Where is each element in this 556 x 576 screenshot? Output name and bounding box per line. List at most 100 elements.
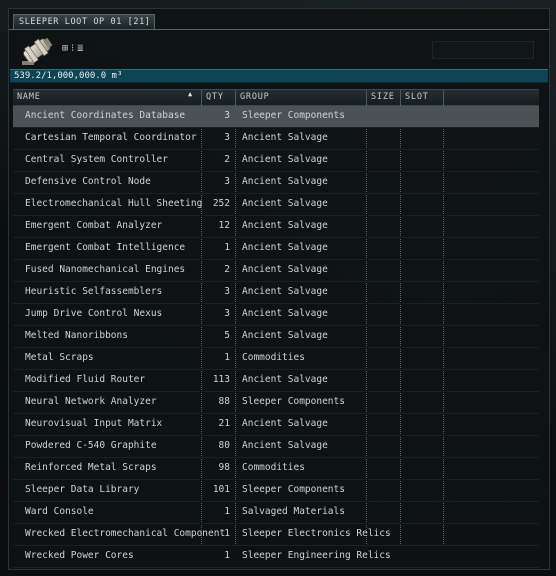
- list-item[interactable]: Heuristic Selfassemblers 3 Ancient Salvage: [13, 282, 539, 304]
- item-quantity: 3: [224, 132, 230, 143]
- item-name: Wrecked Power Cores: [25, 550, 134, 561]
- list-item[interactable]: Powdered C-540 Graphite 80 Ancient Salvage: [13, 436, 539, 458]
- tab-divider: [9, 29, 549, 30]
- icons-view-icon[interactable]: ⊞: [62, 43, 68, 54]
- item-quantity: 98: [218, 462, 230, 473]
- item-quantity: 88: [218, 396, 230, 407]
- sort-ascending-icon: ▲: [188, 90, 194, 98]
- item-name: Emergent Combat Analyzer: [25, 220, 163, 231]
- column-divider[interactable]: [443, 90, 444, 105]
- item-name: Fused Nanomechanical Engines: [25, 264, 186, 275]
- list-item[interactable]: Neural Network Analyzer 88 Sleeper Compone…: [13, 392, 539, 414]
- list-item[interactable]: Emergent Combat Analyzer 12 Ancient Salvag…: [13, 216, 539, 238]
- list-item[interactable]: Melted Nanoribbons 5 Ancient Salvage: [13, 326, 539, 348]
- item-quantity: 5: [224, 330, 230, 341]
- list-item[interactable]: Jump Drive Control Nexus 3 Ancient Salvage: [13, 304, 539, 326]
- column-header-qty[interactable]: QTY: [202, 90, 235, 105]
- item-quantity: 252: [212, 198, 230, 209]
- item-group: Salvaged Materials: [242, 506, 345, 517]
- item-group: Commodities: [242, 352, 305, 363]
- item-name: Defensive Control Node: [25, 176, 151, 187]
- view-mode-toolbar: ⊞ ⁝ ≣: [62, 43, 83, 54]
- container-icon: [22, 37, 53, 65]
- item-group: Ancient Salvage: [242, 154, 328, 165]
- column-header-group[interactable]: GROUP: [236, 90, 366, 105]
- item-name: Heuristic Selfassemblers: [25, 286, 163, 297]
- item-group: Sleeper Electronics Relics: [242, 528, 391, 539]
- item-quantity: 12: [218, 220, 230, 231]
- item-name: Electromechanical Hull Sheeting: [25, 198, 203, 209]
- column-header: NAME ▲ QTY GROUP SIZE SLOT: [13, 89, 539, 106]
- list-item[interactable]: Reinforced Metal Scraps 98 Commodities: [13, 458, 539, 480]
- filter-input[interactable]: [432, 41, 534, 59]
- item-name: Neural Network Analyzer: [25, 396, 157, 407]
- item-quantity: 1: [224, 550, 230, 561]
- item-group: Ancient Salvage: [242, 440, 328, 451]
- item-name: Ward Console: [25, 506, 94, 517]
- column-header-size[interactable]: SIZE: [367, 90, 400, 105]
- list-item[interactable]: Wrecked Electromechanical Component 1 Slee…: [13, 524, 539, 546]
- item-name: Emergent Combat Intelligence: [25, 242, 186, 253]
- list-item[interactable]: Fused Nanomechanical Engines 2 Ancient Sal…: [13, 260, 539, 282]
- item-name: Ancient Coordinates Database: [25, 110, 186, 121]
- item-quantity: 3: [224, 176, 230, 187]
- item-name: Melted Nanoribbons: [25, 330, 128, 341]
- item-name: Central System Controller: [25, 154, 168, 165]
- list-item[interactable]: Ancient Coordinates Database 3 Sleeper Com…: [13, 106, 539, 128]
- item-group: Ancient Salvage: [242, 242, 328, 253]
- item-quantity: 21: [218, 418, 230, 429]
- item-group: Commodities: [242, 462, 305, 473]
- list-item[interactable]: Wrecked Power Cores 1 Sleeper Engineering …: [13, 546, 539, 568]
- list-item[interactable]: Ward Console 1 Salvaged Materials: [13, 502, 539, 524]
- item-quantity: 1: [224, 242, 230, 253]
- item-group: Ancient Salvage: [242, 418, 328, 429]
- item-group: Sleeper Engineering Relics: [242, 550, 391, 561]
- item-group: Ancient Salvage: [242, 132, 328, 143]
- item-quantity: 113: [212, 374, 230, 385]
- item-group: Ancient Salvage: [242, 330, 328, 341]
- item-group: Sleeper Components: [242, 484, 345, 495]
- column-header-name-label: NAME: [17, 92, 41, 102]
- item-group: Ancient Salvage: [242, 308, 328, 319]
- list-item[interactable]: Sleeper Data Library 101 Sleeper Component…: [13, 480, 539, 502]
- item-group: Ancient Salvage: [242, 220, 328, 231]
- list-item[interactable]: Central System Controller 2 Ancient Salvag…: [13, 150, 539, 172]
- item-quantity: 2: [224, 264, 230, 275]
- item-quantity: 2: [224, 154, 230, 165]
- item-name: Modified Fluid Router: [25, 374, 146, 385]
- item-name: Sleeper Data Library: [25, 484, 140, 495]
- details-view-icon[interactable]: ⁝: [71, 43, 74, 54]
- item-quantity: 3: [224, 286, 230, 297]
- item-group: Ancient Salvage: [242, 286, 328, 297]
- item-name: Wrecked Electromechanical Component: [25, 528, 226, 539]
- list-item[interactable]: Metal Scraps 1 Commodities: [13, 348, 539, 370]
- column-header-name[interactable]: NAME: [13, 90, 201, 105]
- item-name: Neurovisual Input Matrix: [25, 418, 163, 429]
- list-item[interactable]: Neurovisual Input Matrix 21 Ancient Salvag…: [13, 414, 539, 436]
- item-name: Jump Drive Control Nexus: [25, 308, 163, 319]
- item-group: Sleeper Components: [242, 396, 345, 407]
- item-group: Ancient Salvage: [242, 176, 328, 187]
- item-quantity: 80: [218, 440, 230, 451]
- item-quantity: 101: [212, 484, 230, 495]
- list-item[interactable]: Cartesian Temporal Coordinator 3 Ancient S…: [13, 128, 539, 150]
- list-item[interactable]: Electromechanical Hull Sheeting 252 Ancien…: [13, 194, 539, 216]
- item-list: Ancient Coordinates Database 3 Sleeper Com…: [13, 106, 539, 568]
- item-name: Powdered C-540 Graphite: [25, 440, 157, 451]
- item-name: Metal Scraps: [25, 352, 94, 363]
- list-item[interactable]: Modified Fluid Router 113 Ancient Salvage: [13, 370, 539, 392]
- item-name: Cartesian Temporal Coordinator: [25, 132, 197, 143]
- list-view-icon[interactable]: ≣: [77, 43, 83, 54]
- item-group: Ancient Salvage: [242, 198, 328, 209]
- item-group: Ancient Salvage: [242, 264, 328, 275]
- item-quantity: 1: [224, 506, 230, 517]
- item-name: Reinforced Metal Scraps: [25, 462, 157, 473]
- cargo-window: SLEEPER LOOT OP 01 [21] ⊞ ⁝ ≣ 539.2/1,00…: [8, 8, 550, 570]
- list-item[interactable]: Emergent Combat Intelligence 1 Ancient Sal…: [13, 238, 539, 260]
- item-quantity: 1: [224, 528, 230, 539]
- tab-sleeper-loot[interactable]: SLEEPER LOOT OP 01 [21]: [13, 14, 155, 29]
- column-header-slot[interactable]: SLOT: [401, 90, 443, 105]
- item-group: Ancient Salvage: [242, 374, 328, 385]
- item-quantity: 1: [224, 352, 230, 363]
- list-item[interactable]: Defensive Control Node 3 Ancient Salvage: [13, 172, 539, 194]
